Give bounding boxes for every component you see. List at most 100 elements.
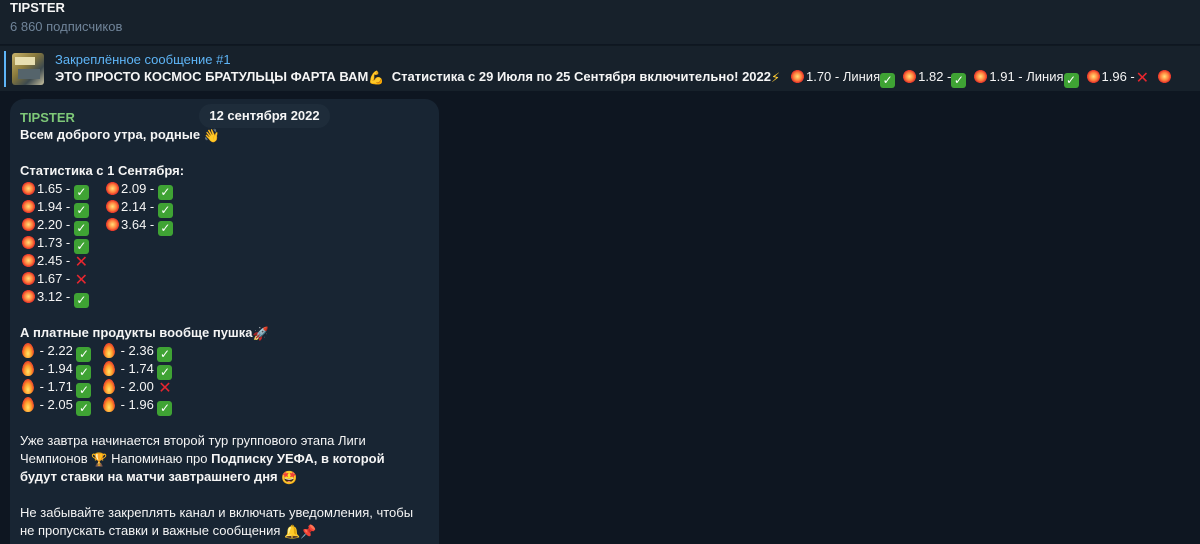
stat-row: - 1.96 ✓ bbox=[103, 396, 173, 416]
paragraph-1-line-3: будут ставки на матчи завтрашнего дня 🤩 bbox=[20, 468, 297, 487]
rocket-icon: 🚀 bbox=[252, 326, 269, 341]
stat-value: 1.94 - bbox=[37, 199, 74, 214]
stat-value: 2.20 - bbox=[37, 217, 74, 232]
flexed-biceps-icon: 💪 bbox=[368, 70, 385, 85]
check-mark-icon: ✓ bbox=[1063, 73, 1079, 88]
pinned-text-stat: Статистика с 29 Июля по 25 Сентября вклю… bbox=[391, 69, 771, 84]
date-badge: 12 сентября 2022 bbox=[199, 104, 330, 128]
stat-row: - 1.74 ✓ bbox=[103, 360, 173, 380]
stat-row: 2.14 - ✓ bbox=[106, 198, 173, 218]
paragraph-2-line-2: не пропускать ставки и важные сообщения … bbox=[20, 522, 316, 541]
fire-icon bbox=[22, 379, 34, 394]
stat-value: 3.64 - bbox=[121, 217, 158, 232]
stat-value: - 1.96 bbox=[117, 397, 158, 412]
greeting-line: Всем доброго утра, родные 👋 bbox=[20, 126, 220, 145]
collision-icon bbox=[974, 70, 988, 83]
paragraph-2-text: не пропускать ставки и важные сообщения bbox=[20, 523, 281, 538]
cross-mark-icon: ✕ bbox=[158, 380, 172, 397]
check-mark-icon: ✓ bbox=[157, 401, 173, 416]
pushpin-icon: 📌 bbox=[300, 524, 317, 539]
stat-value: 2.45 - bbox=[37, 253, 74, 268]
collision-icon bbox=[903, 70, 917, 83]
stat-row: 1.94 - ✓ bbox=[22, 198, 89, 218]
channel-header[interactable]: TIPSTER 6 860 подписчиков bbox=[0, 0, 1200, 44]
collision-icon bbox=[106, 218, 119, 231]
fire-icon bbox=[103, 379, 115, 394]
stat-value: - 2.22 bbox=[36, 343, 77, 358]
pinned-stat-item: 1.82 - ✓ bbox=[903, 69, 967, 88]
greeting-text: Всем доброго утра, родные bbox=[20, 127, 201, 142]
pinned-stat-value: 1.82 - bbox=[918, 69, 952, 84]
stat-value: 3.12 - bbox=[37, 289, 74, 304]
fire-icon bbox=[22, 361, 34, 376]
bets-tomorrow-text: будут ставки на матчи завтрашнего дня bbox=[20, 469, 278, 484]
pinned-preview-text: ЭТО ПРОСТО КОСМОС БРАТУЛЬЦЫ ФАРТА ВАМ💪 С… bbox=[55, 69, 1173, 88]
subscriber-count: 6 860 подписчиков bbox=[10, 19, 123, 34]
paragraph-2-line-1: Не забывайте закреплять канал и включать… bbox=[20, 505, 414, 520]
stat-value: - 2.36 bbox=[117, 343, 158, 358]
stat-row: 3.64 - ✓ bbox=[106, 216, 173, 236]
pinned-stat-value: 1.70 - Линия bbox=[805, 69, 881, 84]
stat-row: 3.12 - ✓ bbox=[22, 288, 89, 308]
stat-row: 2.45 - ✕ bbox=[22, 252, 89, 271]
channel-title[interactable]: TIPSTER bbox=[10, 0, 65, 15]
collision-icon bbox=[22, 254, 35, 267]
fire-icon bbox=[22, 343, 34, 358]
collision-icon bbox=[22, 182, 35, 195]
check-mark-icon: ✓ bbox=[76, 401, 92, 416]
collision-icon bbox=[22, 236, 35, 249]
stat-value: - 1.71 bbox=[36, 379, 77, 394]
champions-text: Чемпионов bbox=[20, 451, 88, 466]
waving-hand-icon: 👋 bbox=[203, 128, 220, 143]
cross-mark-icon: ✕ bbox=[1135, 70, 1149, 87]
pinned-label: Закреплённое сообщение #1 bbox=[55, 52, 231, 67]
collision-icon bbox=[1086, 70, 1100, 83]
collision-icon bbox=[106, 182, 119, 195]
stats-heading: Статистика с 1 Сентября: bbox=[20, 163, 185, 178]
collision-icon bbox=[22, 290, 35, 303]
stat-row: - 1.94 ✓ bbox=[22, 360, 92, 380]
collision-icon bbox=[1157, 70, 1171, 83]
pinned-message-bar[interactable]: Закреплённое сообщение #1 ЭТО ПРОСТО КОС… bbox=[0, 45, 1200, 91]
uefa-subscription-text: Подписку УЕФА, в которой bbox=[211, 451, 385, 466]
cross-mark-icon: ✕ bbox=[74, 254, 89, 271]
stat-row: 2.09 - ✓ bbox=[106, 180, 173, 200]
fire-icon bbox=[103, 397, 115, 412]
pinned-thumbnail bbox=[12, 53, 44, 85]
stat-value: 1.73 - bbox=[37, 235, 74, 250]
stat-row: - 1.71 ✓ bbox=[22, 378, 92, 398]
collision-icon bbox=[22, 200, 35, 213]
check-mark-icon: ✓ bbox=[951, 73, 967, 88]
stat-value: 1.65 - bbox=[37, 181, 74, 196]
pinned-stat-item: 1.70 - Линия ✓ bbox=[790, 69, 896, 88]
trophy-icon: 🏆 bbox=[91, 452, 108, 467]
stat-row: - 2.00 ✕ bbox=[103, 378, 172, 397]
collision-icon bbox=[22, 272, 35, 285]
pinned-stat-value: 1.96 - bbox=[1101, 69, 1135, 84]
pinned-items: 1.70 - Линия ✓ 1.82 - ✓ 1.91 - Линия ✓ 1.96 -✕ bbox=[790, 69, 1173, 88]
message-sender[interactable]: TIPSTER bbox=[20, 110, 75, 125]
check-mark-icon: ✓ bbox=[157, 221, 173, 236]
stat-value: - 2.00 bbox=[117, 379, 158, 394]
stat-value: - 1.94 bbox=[36, 361, 77, 376]
stat-value: 2.09 - bbox=[121, 181, 158, 196]
fire-icon bbox=[103, 361, 115, 376]
paragraph-1-line-2: Чемпионов 🏆 Напоминаю про Подписку УЕФА,… bbox=[20, 450, 385, 469]
check-mark-icon: ✓ bbox=[880, 73, 896, 88]
paragraph-1-line-1: Уже завтра начинается второй тур группов… bbox=[20, 433, 366, 448]
lightning-icon: ⚡ bbox=[771, 70, 781, 85]
pinned-stat-value: 1.91 - Линия bbox=[989, 69, 1064, 84]
stat-row: 1.73 - ✓ bbox=[22, 234, 89, 254]
stat-value: 2.14 - bbox=[121, 199, 158, 214]
collision-icon bbox=[790, 70, 804, 83]
stat-value: 1.67 - bbox=[37, 271, 74, 286]
star-struck-icon: 🤩 bbox=[281, 470, 298, 485]
fire-icon bbox=[103, 343, 115, 358]
pinned-stat-item: 1.96 -✕ bbox=[1086, 69, 1150, 87]
check-mark-icon: ✓ bbox=[73, 293, 89, 308]
pinned-text-start: ЭТО ПРОСТО КОСМОС БРАТУЛЬЦЫ ФАРТА ВАМ bbox=[55, 69, 369, 84]
paid-heading: А платные продукты вообще пушка🚀 bbox=[20, 324, 269, 343]
stat-value: - 1.74 bbox=[117, 361, 158, 376]
fire-icon bbox=[22, 397, 34, 412]
collision-icon bbox=[22, 218, 35, 231]
